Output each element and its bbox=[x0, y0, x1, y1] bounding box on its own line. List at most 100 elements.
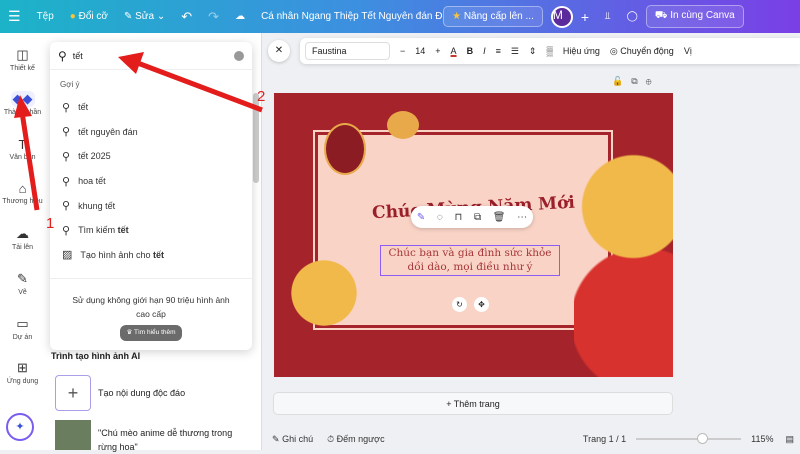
clear-icon[interactable] bbox=[234, 50, 244, 61]
upload-icon: ☁ bbox=[16, 226, 29, 241]
font-size-decrease[interactable]: − bbox=[400, 46, 405, 56]
design-canvas[interactable]: Chúc Mừng Năm Mới ✎ ◌ ⊓ ⧉ 🗑 ⋯ Chúc bạn v… bbox=[274, 93, 673, 377]
text-icon: T bbox=[18, 137, 27, 152]
sidebar-item-projects[interactable]: ▭ Dự án bbox=[0, 316, 45, 341]
ai-example-thumbnail[interactable] bbox=[55, 420, 91, 450]
duplicate-icon[interactable]: ⧉ bbox=[631, 76, 645, 86]
avatar[interactable]: M bbox=[550, 5, 573, 28]
sidebar-rail: ◫ Thiết kế ◆◆ Thành phần T Văn bản ⌂ Thương … bbox=[0, 33, 45, 450]
lock-icon[interactable]: ⊓ bbox=[454, 212, 462, 223]
more-icon[interactable]: ⋯ bbox=[517, 212, 527, 223]
search-icon: ⚲ bbox=[58, 48, 67, 63]
learn-more-button[interactable]: ♛ Tìm hiểu thêm bbox=[120, 325, 182, 341]
cloud-save-icon[interactable]: ☁ bbox=[227, 11, 253, 22]
sidebar-item-text[interactable]: T Văn bản bbox=[0, 137, 45, 161]
notes-button[interactable]: ✎ Ghi chú bbox=[272, 434, 313, 445]
list-icon[interactable]: ☰ bbox=[511, 46, 519, 57]
search-term: tết bbox=[117, 225, 129, 236]
sidebar-item-elements[interactable]: ◆◆ Thành phần bbox=[0, 91, 45, 116]
timer-label: Đếm ngược bbox=[336, 433, 385, 444]
lock-icon[interactable]: 🔓 bbox=[612, 76, 631, 86]
font-size-value[interactable]: 14 bbox=[415, 46, 425, 56]
suggestion-label: tết 2025 bbox=[78, 151, 111, 162]
search-input[interactable]: ⚲ tết bbox=[50, 42, 252, 70]
zoom-slider[interactable] bbox=[636, 433, 742, 444]
sidebar-item-draw[interactable]: ✎ Vẽ bbox=[0, 271, 45, 296]
font-size-increase[interactable]: + bbox=[435, 46, 440, 56]
analytics-icon[interactable]: ⫫ bbox=[597, 11, 619, 22]
font-select[interactable]: Faustina bbox=[305, 42, 390, 60]
search-value[interactable]: tết bbox=[73, 51, 234, 61]
file-menu[interactable]: Tệp bbox=[29, 11, 62, 22]
effects-button[interactable]: Hiệu ứng bbox=[563, 46, 600, 56]
promo-text: Sử dụng không giới hạn 90 triệu hình ảnh… bbox=[72, 295, 230, 319]
layout-icon: ◫ bbox=[16, 47, 29, 62]
bold-icon[interactable]: B bbox=[467, 46, 474, 56]
edit-menu[interactable]: ✎ Sửa ⌄ bbox=[116, 11, 173, 22]
learn-more-label: Tìm hiểu thêm bbox=[133, 329, 176, 336]
delete-icon[interactable]: 🗑 bbox=[493, 212, 506, 223]
menu-icon[interactable]: ☰ bbox=[0, 8, 29, 25]
search-for-item[interactable]: ⚲ Tìm kiếm tết bbox=[50, 218, 252, 243]
ai-create-button[interactable]: + bbox=[55, 375, 91, 411]
add-collaborator-icon[interactable]: + bbox=[573, 9, 597, 25]
comment-icon[interactable]: ◌ bbox=[437, 212, 443, 223]
page-indicator[interactable]: Trang 1 / 1 bbox=[583, 434, 626, 444]
sidebar-item-brand[interactable]: ⌂ Thương hiệu bbox=[0, 181, 45, 205]
magic-ai-icon[interactable]: ✦ bbox=[6, 413, 34, 441]
align-icon[interactable]: ≡ bbox=[496, 46, 501, 56]
upgrade-label: Nâng cấp lên ... bbox=[463, 11, 534, 22]
sidebar-item-design[interactable]: ◫ Thiết kế bbox=[0, 47, 45, 72]
selected-text-box[interactable]: Chúc bạn và gia đình sức khỏe dồi dào, m… bbox=[380, 245, 560, 276]
redo-icon[interactable]: ↷ bbox=[200, 9, 227, 25]
suggestion-item[interactable]: ⚲ tết 2025 bbox=[50, 144, 252, 169]
edit-label: Sửa bbox=[135, 11, 155, 22]
annotation-label-2: 2 bbox=[257, 88, 266, 105]
ai-create-label[interactable]: Tạo nội dung độc đáo bbox=[98, 388, 185, 398]
text-color-icon[interactable]: A bbox=[451, 46, 457, 56]
close-panel-button[interactable]: ✕ bbox=[268, 40, 290, 62]
rotate-handle[interactable]: ↻ bbox=[452, 297, 467, 312]
generate-image-item[interactable]: ▨ Tạo hình ảnh cho tết bbox=[50, 243, 252, 268]
magic-edit-icon[interactable]: ✎ bbox=[417, 212, 425, 223]
comment-icon[interactable]: ◯ bbox=[619, 11, 646, 22]
position-button[interactable]: Vị bbox=[684, 46, 692, 56]
suggestions-heading: Gợi ý bbox=[60, 80, 80, 89]
suggestion-label: tết nguyên đán bbox=[78, 126, 138, 137]
move-handle[interactable]: ✥ bbox=[474, 297, 489, 312]
sidebar-item-apps[interactable]: ⊞ Ứng dụng bbox=[0, 360, 45, 385]
search-icon: ⚲ bbox=[62, 200, 71, 213]
upgrade-button[interactable]: ★ Nâng cấp lên ... bbox=[443, 6, 543, 27]
undo-icon[interactable]: ↶ bbox=[173, 9, 200, 25]
image-generate-icon: ▨ bbox=[62, 249, 73, 262]
animate-button[interactable]: ◎ Chuyển động bbox=[610, 46, 674, 57]
panel-scrollbar[interactable] bbox=[253, 93, 259, 183]
element-context-menu: ✎ ◌ ⊓ ⧉ 🗑 ⋯ bbox=[411, 206, 533, 228]
print-button[interactable]: ⛟ In cùng Canva bbox=[645, 5, 744, 28]
resize-button[interactable]: ● Đổi cỡ bbox=[62, 11, 116, 22]
transparency-icon[interactable]: ▒ bbox=[546, 46, 552, 56]
search-icon: ⚲ bbox=[62, 224, 71, 237]
duplicate-icon[interactable]: ⧉ bbox=[474, 212, 481, 223]
grid-view-icon[interactable]: ▤ bbox=[785, 434, 794, 445]
suggestion-item[interactable]: ⚲ hoa tết bbox=[50, 169, 252, 194]
timer-button[interactable]: ⏱ Đếm ngược bbox=[327, 434, 385, 445]
sidebar-item-uploads[interactable]: ☁ Tải lên bbox=[0, 226, 45, 251]
add-page-button[interactable]: + Thêm trang bbox=[273, 392, 673, 415]
sidebar-item-label: Ứng dụng bbox=[6, 378, 39, 385]
suggestion-item[interactable]: ⚲ tết nguyên đán bbox=[50, 120, 252, 145]
suggestion-item[interactable]: ⚲ khung tết bbox=[50, 193, 252, 218]
italic-icon[interactable]: I bbox=[483, 46, 486, 56]
suggestion-label: tết bbox=[78, 102, 89, 113]
generate-term: tết bbox=[152, 249, 164, 260]
suggestion-item[interactable]: ⚲ tết bbox=[50, 95, 252, 120]
sidebar-item-label: Thiết kế bbox=[10, 65, 35, 72]
document-title[interactable]: Cá nhân Ngang Thiệp Tết Nguyên đán Đỏ ..… bbox=[253, 11, 443, 22]
zoom-value[interactable]: 115% bbox=[751, 434, 773, 444]
search-dropdown: ⚲ tết Gợi ý ⚲ tết ⚲ tết nguyên đán ⚲ tết 20… bbox=[50, 42, 252, 350]
zoom-slider-thumb[interactable] bbox=[696, 433, 708, 444]
spacing-icon[interactable]: ⇕ bbox=[529, 46, 537, 57]
brand-icon: ⌂ bbox=[18, 181, 27, 196]
add-page-icon[interactable]: ⊕ bbox=[646, 76, 660, 86]
sidebar-item-label: Dự án bbox=[12, 334, 33, 341]
